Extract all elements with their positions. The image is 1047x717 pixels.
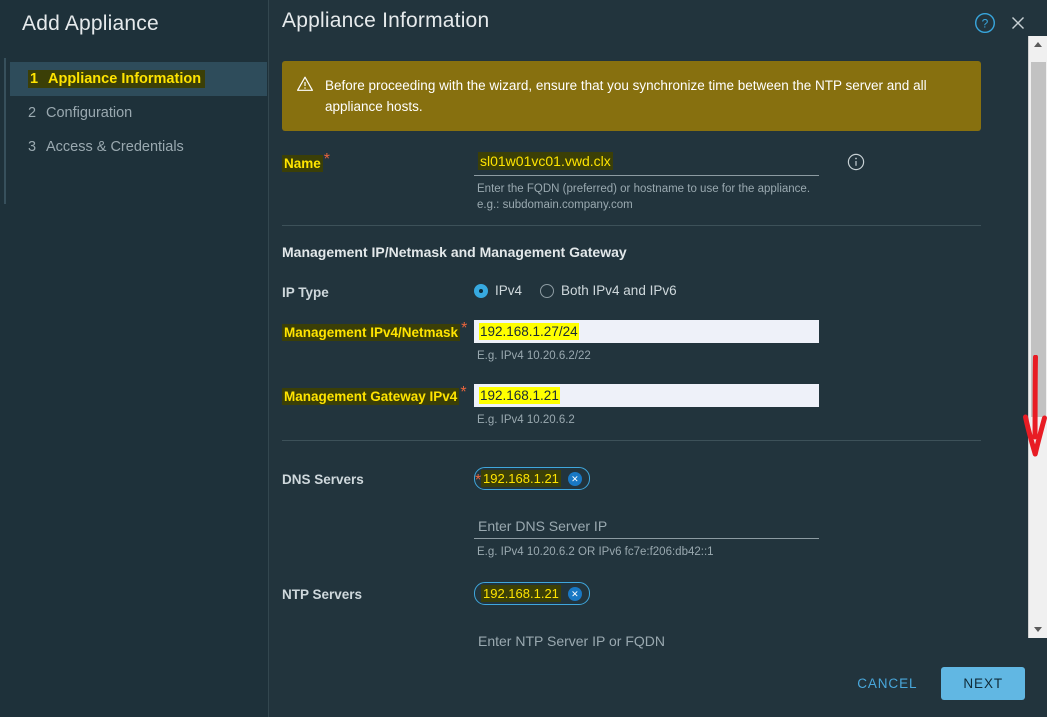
step-rail: [4, 58, 6, 204]
step-number-1: 1: [28, 70, 46, 88]
ntp-servers-label-wrap: NTP Servers: [282, 582, 474, 602]
ntp-server-input[interactable]: [474, 631, 819, 649]
step-label-access-credentials: Access & Credentials: [46, 138, 184, 156]
mgmt-gateway-label: Management Gateway IPv4: [282, 388, 459, 405]
form-row-mgmt-gateway: Management Gateway IPv4* 192.168.1.21 E.…: [282, 364, 981, 428]
mgmt-ipv4-label: Management IPv4/Netmask: [282, 324, 460, 341]
svg-text:?: ?: [982, 16, 989, 30]
radio-ipv4[interactable]: IPv4: [474, 283, 522, 298]
ntp-server-chip-close-icon[interactable]: ✕: [568, 587, 582, 601]
sidebar-item-access-credentials[interactable]: 3 Access & Credentials: [10, 130, 267, 164]
step-label-configuration: Configuration: [46, 104, 132, 122]
radio-both-ipv4-ipv6-dot: [540, 284, 554, 298]
wizard-footer: CANCEL NEXT: [269, 649, 1047, 717]
ip-type-radio-group: IPv4 Both IPv4 and IPv6: [474, 280, 981, 298]
form-row-name: Name* sl01w01vc01.vwd.clx Enter the FQDN…: [282, 131, 981, 213]
content-header: Appliance Information ?: [269, 0, 1047, 46]
radio-both-ipv4-ipv6[interactable]: Both IPv4 and IPv6: [540, 283, 677, 298]
mgmt-ipv4-required-asterisk: *: [460, 320, 467, 338]
sidebar-item-appliance-information[interactable]: 1 Appliance Information: [10, 62, 267, 96]
caret-down-icon[interactable]: [1029, 621, 1047, 638]
next-button[interactable]: NEXT: [941, 667, 1025, 700]
form-scroll-viewport: Before proceeding with the wizard, ensur…: [269, 46, 1028, 649]
dns-servers-hint: E.g. IPv4 10.20.6.2 OR IPv6 fc7e:f206:db…: [474, 539, 981, 560]
close-icon[interactable]: [1009, 14, 1027, 32]
add-appliance-wizard: Add Appliance 1 Appliance Information 2 …: [0, 0, 1047, 717]
mgmt-ipv4-hint: E.g. IPv4 10.20.6.2/22: [474, 343, 981, 364]
warning-banner-text: Before proceeding with the wizard, ensur…: [325, 75, 965, 117]
mgmt-gateway-hint: E.g. IPv4 10.20.6.2: [474, 407, 981, 428]
wizard-content: Appliance Information ?: [268, 0, 1047, 717]
dns-server-chip-close-icon[interactable]: ✕: [568, 472, 582, 486]
radio-ipv4-label: IPv4: [495, 283, 522, 298]
form-row-ntp-servers: NTP Servers 192.168.1.21 ✕: [282, 560, 981, 649]
dns-servers-label-wrap: DNS Servers*: [282, 467, 474, 490]
dns-server-chip[interactable]: 192.168.1.21 ✕: [474, 467, 590, 490]
ntp-server-chip-label: 192.168.1.21: [481, 585, 561, 602]
dns-servers-label: DNS Servers: [282, 467, 474, 487]
section-title-management: Management IP/Netmask and Management Gat…: [282, 226, 981, 260]
cancel-button[interactable]: CANCEL: [845, 668, 929, 699]
ntp-servers-field-group: 192.168.1.21 ✕: [474, 582, 981, 649]
step-list: 1 Appliance Information 2 Configuration …: [0, 62, 268, 164]
form-row-mgmt-ipv4: Management IPv4/Netmask* 192.168.1.27/24…: [282, 300, 981, 364]
info-circle-icon[interactable]: [847, 151, 865, 171]
wizard-sidebar: Add Appliance 1 Appliance Information 2 …: [0, 0, 268, 717]
name-required-asterisk: *: [323, 151, 330, 169]
sidebar-item-configuration[interactable]: 2 Configuration: [10, 96, 267, 130]
wizard-title: Add Appliance: [0, 0, 268, 36]
dns-server-chip-label: 192.168.1.21: [481, 470, 561, 487]
warning-triangle-icon: [296, 75, 314, 98]
mgmt-ipv4-label-wrap: Management IPv4/Netmask*: [282, 320, 474, 341]
name-input[interactable]: sl01w01vc01.vwd.clx: [474, 151, 819, 176]
form-scrollbar[interactable]: [1028, 36, 1047, 638]
name-hint-line-2: e.g.: subdomain.company.com: [474, 197, 819, 213]
dns-servers-field-group: 192.168.1.21 ✕ E.g. IPv4 10.20.6.2 OR IP…: [474, 467, 981, 560]
mgmt-gateway-input-value: 192.168.1.21: [479, 387, 560, 404]
step-number-2: 2: [28, 105, 46, 121]
radio-ipv4-dot: [474, 284, 488, 298]
mgmt-gateway-label-wrap: Management Gateway IPv4*: [282, 384, 474, 405]
page-title: Appliance Information: [282, 9, 974, 33]
mgmt-gateway-required-asterisk: *: [459, 384, 466, 402]
caret-up-icon[interactable]: [1029, 36, 1047, 53]
name-field-group: sl01w01vc01.vwd.clx Enter the FQDN (pref…: [474, 151, 981, 213]
scrollbar-thumb[interactable]: [1031, 62, 1046, 417]
ip-type-field-group: IPv4 Both IPv4 and IPv6: [474, 280, 981, 298]
step-label-appliance-information: Appliance Information: [46, 70, 205, 88]
form-row-dns-servers: DNS Servers* 192.168.1.21 ✕ E.g. IPv4 10…: [282, 441, 981, 560]
header-actions: ?: [974, 9, 1047, 34]
mgmt-gateway-field-group: 192.168.1.21 E.g. IPv4 10.20.6.2: [474, 384, 981, 428]
ip-type-label-wrap: IP Type: [282, 280, 474, 300]
name-label: Name: [282, 155, 323, 172]
form-row-ip-type: IP Type IPv4 Both IPv4 and IPv6: [282, 260, 981, 300]
dns-server-input[interactable]: [474, 516, 819, 539]
radio-both-ipv4-ipv6-label: Both IPv4 and IPv6: [561, 283, 677, 298]
mgmt-ipv4-input[interactable]: 192.168.1.27/24: [474, 320, 819, 343]
mgmt-ipv4-input-value: 192.168.1.27/24: [479, 323, 579, 340]
mgmt-gateway-input[interactable]: 192.168.1.21: [474, 384, 819, 407]
name-hint-line-1: Enter the FQDN (preferred) or hostname t…: [474, 176, 819, 197]
appliance-information-form: Name* sl01w01vc01.vwd.clx Enter the FQDN…: [269, 131, 1028, 649]
warning-banner: Before proceeding with the wizard, ensur…: [282, 61, 981, 131]
name-label-wrap: Name*: [282, 151, 474, 172]
help-circle-icon[interactable]: ?: [974, 12, 996, 34]
mgmt-ipv4-field-group: 192.168.1.27/24 E.g. IPv4 10.20.6.2/22: [474, 320, 981, 364]
ntp-server-chip[interactable]: 192.168.1.21 ✕: [474, 582, 590, 605]
name-input-value: sl01w01vc01.vwd.clx: [478, 152, 613, 170]
ntp-servers-label: NTP Servers: [282, 582, 474, 602]
ip-type-label: IP Type: [282, 280, 474, 300]
step-number-3: 3: [28, 139, 46, 155]
